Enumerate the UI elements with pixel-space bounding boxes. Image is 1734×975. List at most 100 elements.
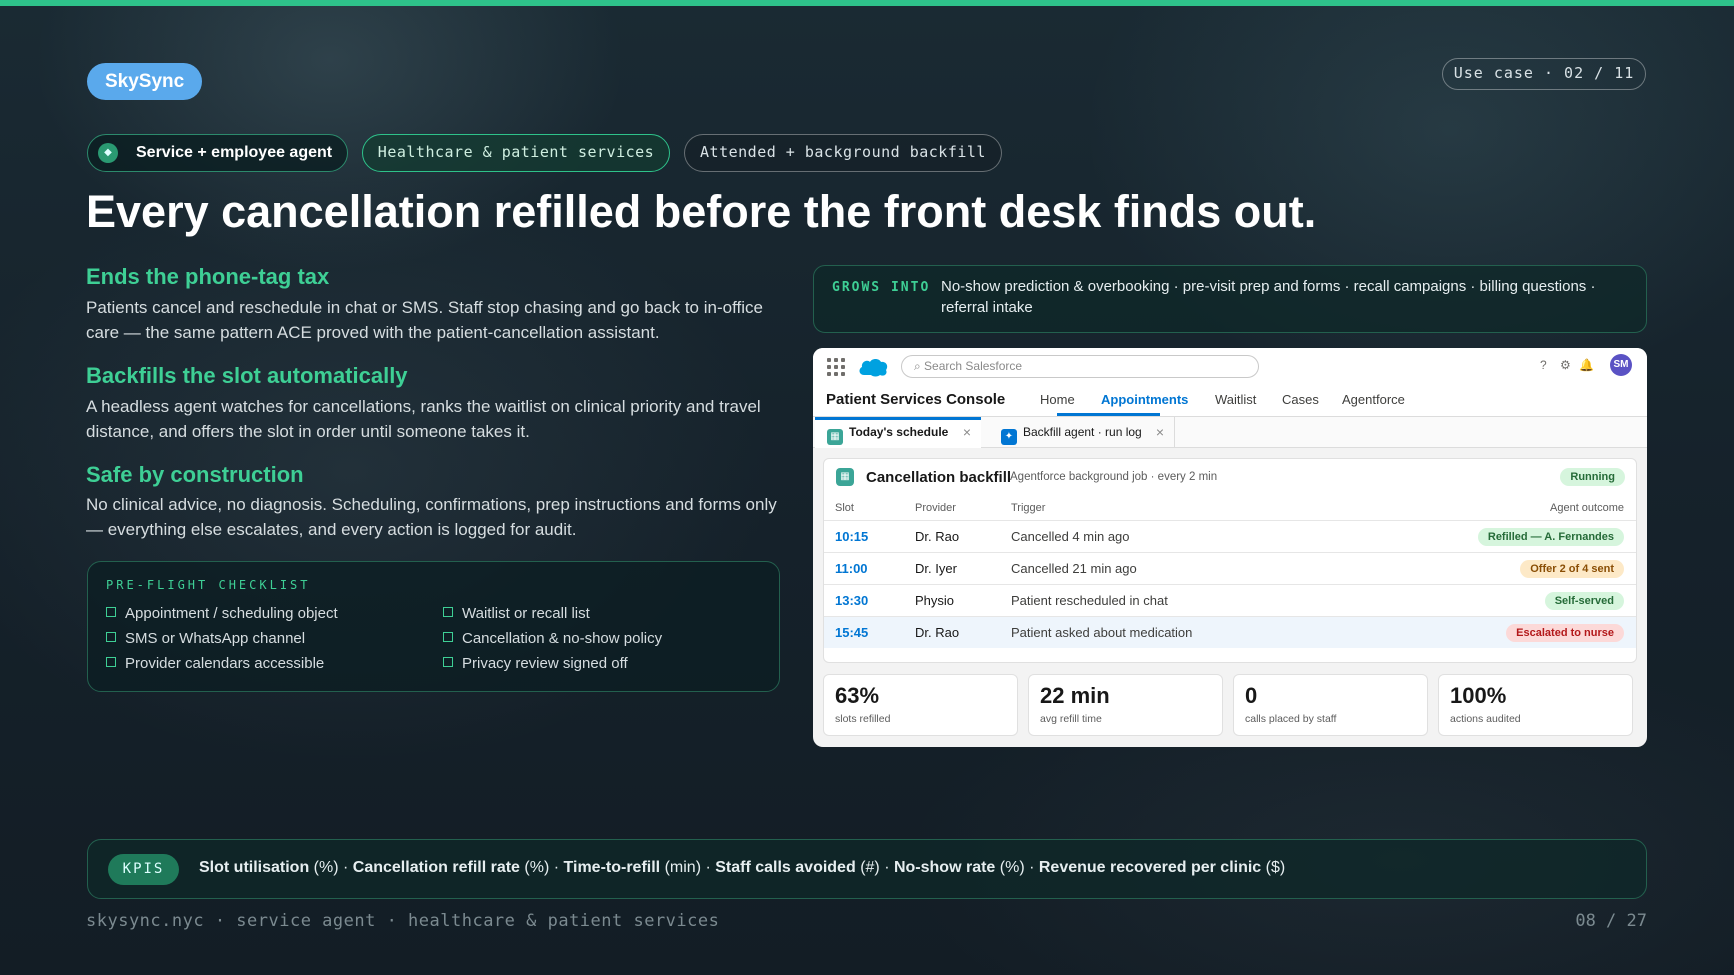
help-icon[interactable]: ?: [1540, 358, 1547, 372]
global-header: ⌕ Search Salesforce ? ⚙ 🔔 SM: [813, 348, 1647, 384]
table-row[interactable]: 13:30 Physio Patient rescheduled in chat…: [824, 584, 1636, 616]
column-header: Provider: [915, 502, 956, 514]
slot-time[interactable]: 13:30: [835, 593, 868, 608]
checklist-item: Privacy review signed off: [443, 655, 628, 672]
stat-value: 22 min: [1040, 683, 1110, 708]
provider: Dr. Rao: [915, 529, 960, 544]
table-row[interactable]: 15:45 Dr. Rao Patient asked about medica…: [824, 616, 1636, 648]
close-icon[interactable]: ×: [1156, 417, 1164, 448]
stat-label: calls placed by staff: [1245, 713, 1337, 725]
diamond-icon: ◆: [98, 143, 118, 163]
nav-active-indicator: [1057, 413, 1160, 416]
avatar[interactable]: SM: [1610, 354, 1632, 376]
outcome-badge: Refilled — A. Fernandes: [1477, 528, 1624, 546]
backfill-card: ▦ Cancellation backfill Agentforce backg…: [823, 458, 1637, 663]
use-case-counter: Use case · 02 / 11: [1442, 58, 1646, 90]
kpi-name: Staff calls avoided: [715, 859, 856, 876]
kpi-name: Slot utilisation: [199, 859, 310, 876]
slot-time[interactable]: 11:00: [835, 561, 868, 576]
column-header: Trigger: [1011, 502, 1046, 514]
bell-icon[interactable]: 🔔: [1579, 358, 1594, 372]
status-badge: Running: [1560, 468, 1625, 486]
stat-label: avg refill time: [1040, 713, 1102, 725]
column-header: Agent outcome: [1550, 502, 1624, 514]
trigger: Cancelled 21 min ago: [1011, 561, 1137, 576]
preflight-checklist: PRE-FLIGHT CHECKLIST Appointment / sched…: [87, 561, 780, 692]
app-nav-bar: Patient Services Console Home Appointmen…: [813, 384, 1647, 417]
tab-backfill-run-log[interactable]: ✦ Backfill agent · run log ×: [989, 417, 1175, 448]
checklist-item: Provider calendars accessible: [106, 655, 324, 672]
stat-value: 0: [1245, 683, 1258, 708]
outcome-badge: Self-served: [1544, 592, 1624, 610]
nav-appointments[interactable]: Appointments: [1101, 392, 1188, 407]
stat-label: slots refilled: [835, 713, 891, 725]
kpi-unit: (min): [664, 859, 702, 876]
section-title: Ends the phone-tag tax: [86, 264, 330, 289]
grows-into-panel: GROWS INTO No-show prediction & overbook…: [813, 265, 1647, 333]
salesforce-console-screenshot: ⌕ Search Salesforce ? ⚙ 🔔 SM Patient Ser…: [813, 348, 1647, 747]
stat-tile: 22 min avg refill time: [1028, 674, 1223, 736]
tag-industry: Healthcare & patient services: [362, 134, 670, 172]
kpi-name: No-show rate: [893, 859, 996, 876]
kpi-unit: (%): [313, 859, 339, 876]
section-body: No clinical advice, no diagnosis. Schedu…: [86, 495, 777, 539]
kpi-list: Slot utilisation (%) · Cancellation refi…: [199, 859, 1286, 876]
kpi-label: KPIS: [108, 854, 179, 885]
checkbox-icon: [106, 657, 116, 667]
card-title: Cancellation backfill: [866, 469, 1012, 486]
app-name: Patient Services Console: [826, 391, 1006, 408]
table-row[interactable]: 10:15 Dr. Rao Cancelled 4 min ago Refill…: [824, 520, 1636, 552]
search-input[interactable]: ⌕ Search Salesforce: [901, 355, 1259, 378]
card-subtitle: Agentforce background job · every 2 min: [1010, 471, 1218, 483]
table-row[interactable]: 11:00 Dr. Iyer Cancelled 21 min ago Offe…: [824, 552, 1636, 584]
stat-tile: 0 calls placed by staff: [1233, 674, 1428, 736]
page-number: 08 / 27: [1575, 911, 1647, 931]
app-launcher-icon[interactable]: [827, 358, 845, 376]
checklist-item: Cancellation & no-show policy: [443, 630, 662, 647]
headline: Every cancellation refilled before the f…: [86, 186, 1317, 237]
section-title: Safe by construction: [86, 462, 304, 487]
provider: Dr. Iyer: [915, 561, 957, 576]
section-body: A headless agent watches for cancellatio…: [86, 397, 761, 441]
checklist-title: PRE-FLIGHT CHECKLIST: [106, 578, 311, 592]
close-icon[interactable]: ×: [963, 420, 971, 445]
outcome-badge: Offer 2 of 4 sent: [1520, 560, 1624, 578]
column-header: Slot: [835, 502, 854, 514]
slot-time[interactable]: 10:15: [835, 529, 868, 544]
footer-text: skysync.nyc · service agent · healthcare…: [86, 911, 720, 931]
kpi-unit: (%): [999, 859, 1025, 876]
kpi-name: Time-to-refill: [563, 859, 661, 876]
nav-home[interactable]: Home: [1040, 392, 1075, 407]
checklist-item: SMS or WhatsApp channel: [106, 630, 305, 647]
workspace-tabs: ▦ Today's schedule × ✦ Backfill agent · run…: [813, 417, 1647, 448]
kpi-unit: ($): [1265, 859, 1286, 876]
brand-pill: SkySync: [87, 63, 203, 100]
checkbox-icon: [443, 657, 453, 667]
section-title: Backfills the slot automatically: [86, 363, 408, 388]
checkbox-icon: [443, 632, 453, 642]
checkbox-icon: [106, 607, 116, 617]
calendar-icon: ▦: [836, 468, 854, 486]
salesforce-cloud-icon: [859, 359, 888, 377]
trigger: Patient rescheduled in chat: [1011, 593, 1168, 608]
kpi-unit: (%): [524, 859, 550, 876]
kpi-strip: KPIS Slot utilisation (%) · Cancellation…: [87, 839, 1647, 899]
stat-tile: 100% actions audited: [1438, 674, 1633, 736]
stat-label: actions audited: [1450, 713, 1521, 725]
trigger: Patient asked about medication: [1011, 625, 1193, 640]
stat-value: 63%: [835, 683, 880, 708]
tab-todays-schedule[interactable]: ▦ Today's schedule ×: [815, 417, 981, 448]
checkbox-icon: [443, 607, 453, 617]
stat-value: 100%: [1450, 683, 1507, 708]
nav-waitlist[interactable]: Waitlist: [1215, 392, 1256, 407]
stat-tile: 63% slots refilled: [823, 674, 1018, 736]
nav-agentforce[interactable]: Agentforce: [1342, 392, 1405, 407]
checklist-item: Waitlist or recall list: [443, 605, 590, 622]
slot-time[interactable]: 15:45: [835, 625, 868, 640]
section-body: Patients cancel and reschedule in chat o…: [86, 298, 763, 342]
nav-cases[interactable]: Cases: [1282, 392, 1319, 407]
gear-icon[interactable]: ⚙: [1560, 358, 1571, 372]
tag-agent-type: ◆ Service + employee agent: [87, 134, 348, 172]
kpi-name: Revenue recovered per clinic: [1038, 859, 1262, 876]
kpi-name: Cancellation refill rate: [352, 859, 520, 876]
